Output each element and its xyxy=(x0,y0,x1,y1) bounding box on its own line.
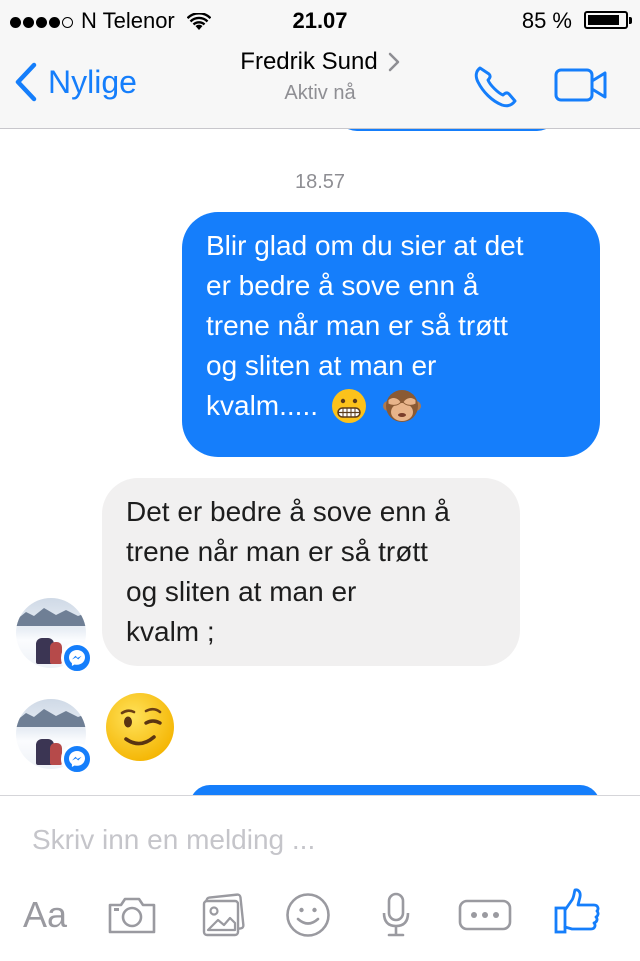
message-line: kvalm..... xyxy=(206,390,319,421)
message-input[interactable] xyxy=(32,820,612,860)
smiley-icon xyxy=(286,893,330,937)
message-line: Det er bedre å sove enn å xyxy=(126,496,450,527)
battery-percentage: 85 % xyxy=(521,8,572,33)
message-line: trene når man er så trøtt xyxy=(126,536,428,567)
contact-name: Fredrik Sund xyxy=(240,48,378,75)
avatar-photo xyxy=(16,709,86,727)
message-bubble-outgoing-partial[interactable] xyxy=(336,129,558,131)
call-button[interactable] xyxy=(470,62,522,115)
message-list[interactable]: 18.57 Blir glad om du sier at det er bed… xyxy=(0,129,640,795)
text-format-label: Aa xyxy=(22,894,68,935)
message-bubble-incoming[interactable]: Det er bedre å sove enn å trene når man … xyxy=(102,478,520,666)
message-line: kvalm ; xyxy=(126,616,215,647)
like-button[interactable] xyxy=(552,886,602,936)
contact-title[interactable]: Fredrik Sund Aktiv nå xyxy=(0,48,640,105)
see-no-evil-monkey-emoji xyxy=(383,390,422,422)
more-icon xyxy=(458,899,512,931)
conversation-header: Nylige Fredrik Sund Aktiv nå xyxy=(0,40,640,129)
camera-button[interactable] xyxy=(106,890,158,940)
message-timestamp: 18.57 xyxy=(294,171,346,193)
status-bar: N Telenor 21.07 85 % xyxy=(0,0,640,40)
phone-icon xyxy=(474,66,517,108)
message-line: og sliten at man er xyxy=(126,576,357,607)
message-line: Blir glad om du sier at det xyxy=(206,230,524,261)
photo-gallery-icon xyxy=(202,893,245,937)
chevron-right-icon xyxy=(388,52,399,72)
gallery-button[interactable] xyxy=(198,890,248,940)
more-button[interactable] xyxy=(458,890,512,940)
message-line: trene når man er så trøtt xyxy=(206,310,508,341)
camera-icon xyxy=(108,897,156,934)
battery-fill xyxy=(588,15,619,25)
microphone-icon xyxy=(382,892,410,937)
video-camera-icon xyxy=(554,68,607,102)
microphone-button[interactable] xyxy=(380,890,412,940)
message-bubble-outgoing-partial[interactable] xyxy=(190,785,600,795)
winking-face-emoji[interactable] xyxy=(104,691,176,763)
grimacing-face-emoji xyxy=(332,389,367,423)
avatar-photo xyxy=(16,608,86,626)
composer: Aa xyxy=(0,795,640,961)
thumbs-up-icon xyxy=(554,888,600,934)
message-line: og sliten at man er xyxy=(206,350,437,381)
battery-icon xyxy=(584,11,632,29)
text-format-button[interactable]: Aa xyxy=(18,890,72,940)
video-call-button[interactable] xyxy=(554,68,608,107)
messenger-badge-icon xyxy=(61,743,93,775)
messenger-badge-icon xyxy=(61,642,93,674)
contact-status: Aktiv nå xyxy=(284,82,356,104)
message-bubble-outgoing[interactable]: Blir glad om du sier at det er bedre å s… xyxy=(182,212,600,457)
message-line: er bedre å sove enn å xyxy=(206,270,479,301)
sticker-button[interactable] xyxy=(284,890,332,940)
